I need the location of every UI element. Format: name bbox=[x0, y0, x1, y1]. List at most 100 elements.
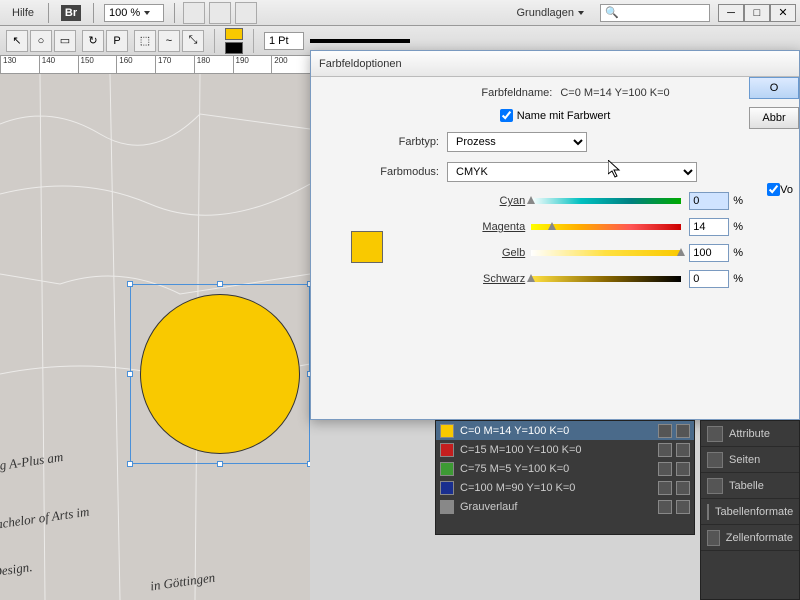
swatch-type-icon bbox=[658, 462, 672, 476]
tool-rotate[interactable]: ↻ bbox=[82, 30, 104, 52]
slider-value-input[interactable]: 0 bbox=[689, 192, 729, 210]
name-with-value-checkbox[interactable] bbox=[500, 109, 513, 122]
swatch-name: Grauverlauf bbox=[460, 501, 517, 513]
ok-button[interactable]: O bbox=[749, 77, 799, 99]
zoom-field[interactable]: 100 % bbox=[104, 4, 164, 22]
color-type-select[interactable]: Prozess bbox=[447, 132, 587, 152]
slider-label: Magenta bbox=[471, 221, 531, 233]
preview-checkbox[interactable] bbox=[767, 183, 780, 196]
panel-icon bbox=[707, 478, 723, 494]
separator bbox=[174, 3, 175, 23]
resize-handle[interactable] bbox=[127, 371, 133, 377]
stroke-preview bbox=[310, 39, 410, 43]
swatch-type-icon bbox=[658, 500, 672, 514]
panel-label: Attribute bbox=[729, 428, 770, 440]
panel-icon bbox=[707, 452, 723, 468]
maximize-button[interactable]: □ bbox=[744, 4, 770, 22]
color-mode-label: Farbmodus: bbox=[327, 166, 447, 178]
search-input[interactable]: 🔍 bbox=[600, 4, 710, 22]
panel-item-tabelle[interactable]: Tabelle bbox=[701, 473, 799, 499]
resize-handle[interactable] bbox=[217, 281, 223, 287]
swatch-color-icon bbox=[440, 500, 454, 514]
document-page[interactable]: eig A-Plus am . Grades Bachelor of Arts … bbox=[0, 74, 310, 600]
slider-track[interactable] bbox=[531, 196, 681, 206]
swatch-row[interactable]: C=100 M=90 Y=10 K=0 bbox=[436, 478, 694, 497]
swatch-name-value: C=0 M=14 Y=100 K=0 bbox=[560, 87, 669, 99]
slider-track[interactable] bbox=[531, 248, 681, 258]
ruler-horizontal: 130140150160170180190200 bbox=[0, 56, 310, 74]
percent-label: % bbox=[733, 221, 743, 233]
swatch-row[interactable]: C=15 M=100 Y=100 K=0 bbox=[436, 440, 694, 459]
panel-label: Tabelle bbox=[729, 480, 764, 492]
tool-ellipse[interactable]: ○ bbox=[30, 30, 52, 52]
resize-handle[interactable] bbox=[127, 281, 133, 287]
stroke-swatch bbox=[225, 42, 243, 54]
cancel-button[interactable]: Abbr bbox=[749, 107, 799, 129]
ruler-tick: 160 bbox=[116, 56, 155, 73]
panel-item-zellenformate[interactable]: Zellenformate bbox=[701, 525, 799, 551]
tool-text[interactable]: P bbox=[106, 30, 128, 52]
ruler-tick: 140 bbox=[39, 56, 78, 73]
swatch-row[interactable]: C=75 M=5 Y=100 K=0 bbox=[436, 459, 694, 478]
swatch-row[interactable]: Grauverlauf bbox=[436, 497, 694, 516]
arrange-icon[interactable] bbox=[235, 2, 257, 24]
slider-row-magenta: Magenta 14% bbox=[397, 218, 783, 236]
swatch-mode-icon bbox=[676, 500, 690, 514]
swatch-type-icon bbox=[658, 481, 672, 495]
ruler-tick: 200 bbox=[271, 56, 310, 73]
slider-track[interactable] bbox=[531, 222, 681, 232]
screen-mode-icon[interactable] bbox=[209, 2, 231, 24]
slider-row-schwarz: Schwarz0% bbox=[397, 270, 783, 288]
swatch-name-label: Farbfeldname: bbox=[440, 87, 560, 99]
resize-handle[interactable] bbox=[127, 461, 133, 467]
panel-icon bbox=[707, 426, 723, 442]
percent-label: % bbox=[733, 247, 743, 259]
swatch-name: C=15 M=100 Y=100 K=0 bbox=[460, 444, 582, 456]
panel-item-attribute[interactable]: Attribute bbox=[701, 421, 799, 447]
bridge-icon[interactable]: Br bbox=[61, 5, 81, 21]
slider-value-input[interactable]: 0 bbox=[689, 270, 729, 288]
resize-handle[interactable] bbox=[217, 461, 223, 467]
tool-distort[interactable]: ⬚ bbox=[134, 30, 156, 52]
tool-rect[interactable]: ▭ bbox=[54, 30, 76, 52]
panel-item-seiten[interactable]: Seiten bbox=[701, 447, 799, 473]
swatch-mode-icon bbox=[676, 424, 690, 438]
tool-select[interactable]: ↖ bbox=[6, 30, 28, 52]
ruler-tick: 130 bbox=[0, 56, 39, 73]
separator bbox=[48, 3, 49, 23]
stroke-weight-field[interactable]: 1 Pt bbox=[264, 32, 304, 50]
swatch-color-icon bbox=[440, 424, 454, 438]
close-button[interactable]: ✕ bbox=[770, 4, 796, 22]
name-with-value-label: Name mit Farbwert bbox=[517, 110, 611, 122]
ruler-tick: 190 bbox=[233, 56, 272, 73]
view-options-icon[interactable] bbox=[183, 2, 205, 24]
panel-icon bbox=[707, 504, 709, 520]
separator bbox=[93, 3, 94, 23]
selection-box bbox=[130, 284, 310, 464]
slider-label: Gelb bbox=[471, 247, 531, 259]
color-mode-select[interactable]: CMYK bbox=[447, 162, 697, 182]
swatch-mode-icon bbox=[676, 481, 690, 495]
fill-stroke-swatches[interactable] bbox=[225, 28, 243, 54]
minimize-button[interactable]: ─ bbox=[718, 4, 744, 22]
tool-scale[interactable]: ⤡ bbox=[182, 30, 204, 52]
slider-label: Cyan bbox=[471, 195, 531, 207]
workspace-switcher[interactable]: Grundlagen bbox=[509, 7, 593, 19]
swatches-panel: C=0 M=14 Y=100 K=0 C=15 M=100 Y=100 K=0 C=… bbox=[435, 420, 695, 535]
slider-value-input[interactable]: 100 bbox=[689, 244, 729, 262]
slider-track[interactable] bbox=[531, 274, 681, 284]
swatch-type-icon bbox=[658, 443, 672, 457]
dialog-title[interactable]: Farbfeldoptionen bbox=[311, 51, 799, 77]
menu-help[interactable]: Hilfe bbox=[4, 0, 42, 25]
slider-value-input[interactable]: 14 bbox=[689, 218, 729, 236]
swatch-row[interactable]: C=0 M=14 Y=100 K=0 bbox=[436, 421, 694, 440]
swatch-mode-icon bbox=[676, 462, 690, 476]
menubar: Hilfe Br 100 % Grundlagen 🔍 ─ □ ✕ bbox=[0, 0, 800, 26]
panel-item-tabellenformate[interactable]: Tabellenformate bbox=[701, 499, 799, 525]
color-preview-swatch bbox=[351, 231, 383, 263]
selected-circle[interactable] bbox=[130, 284, 310, 464]
resize-handle[interactable] bbox=[307, 461, 310, 467]
ruler-tick: 180 bbox=[194, 56, 233, 73]
panel-icon bbox=[707, 530, 720, 546]
tool-smooth[interactable]: ~ bbox=[158, 30, 180, 52]
